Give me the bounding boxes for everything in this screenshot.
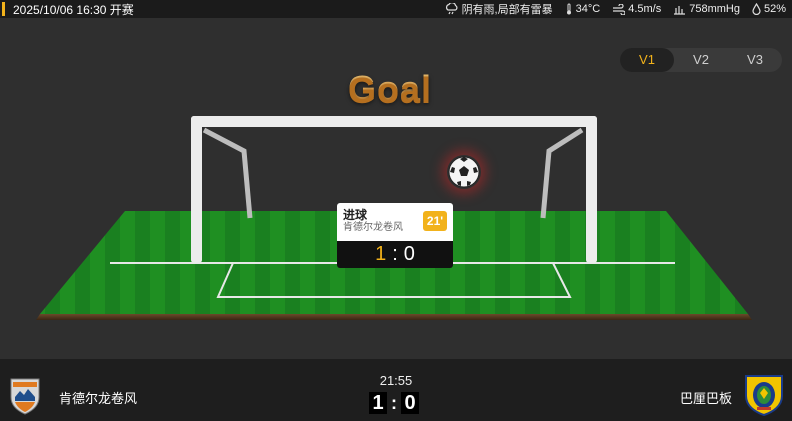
event-card-header: 进球 肯德尔龙卷风 21' — [337, 203, 453, 241]
top-bar: 2025/10/06 16:30 开赛 阴有雨,局部有雷暴 34°C 4.5m/… — [0, 0, 792, 18]
home-score: 1 — [369, 392, 387, 414]
humidity-text: 52% — [763, 3, 786, 15]
temperature-text: 34°C — [575, 3, 601, 15]
match-clock: 21:55 — [379, 373, 413, 388]
pressure-icon — [674, 5, 686, 15]
score-separator: : — [391, 392, 397, 413]
weather-condition: 阴有雨,局部有雷暴 — [445, 1, 553, 17]
pitch-soil — [36, 314, 752, 320]
cloud-rain-icon — [445, 3, 458, 15]
away-score: 0 — [401, 392, 419, 414]
goal-crossbar — [191, 116, 597, 127]
goal-back-right — [540, 127, 584, 219]
event-minute-badge: 21' — [423, 211, 447, 231]
weather-pressure: 758mmHg — [673, 3, 740, 15]
weather-info: 阴有雨,局部有雷暴 34°C 4.5m/s 758mmHg 52% — [445, 1, 786, 17]
wind-text: 4.5m/s — [628, 3, 662, 15]
accent-marker — [2, 2, 5, 16]
goal-right-post — [586, 116, 597, 263]
tab-v1[interactable]: V1 — [620, 48, 674, 72]
match-animation-stage: V1 V2 V3 Goal 进球 肯德尔龙卷风 21' 1 : 0 — [0, 18, 792, 359]
home-team-name: 肯德尔龙卷风 — [59, 391, 138, 406]
scoreboard-bar: 肯德尔龙卷风 21:55 1 : 0 巴厘巴板 — [0, 359, 792, 421]
weather-humidity: 52% — [752, 3, 786, 15]
goal-title: Goal — [348, 68, 433, 109]
pressure-text: 758mmHg — [689, 3, 740, 15]
goal-left-post — [191, 116, 202, 263]
event-score-away: 0 — [403, 243, 415, 265]
away-team-name: 巴厘巴板 — [679, 391, 732, 406]
soccer-ball-icon — [447, 155, 481, 189]
wind-icon — [613, 3, 626, 15]
away-team-logo — [745, 375, 783, 417]
weather-wind: 4.5m/s — [612, 3, 661, 15]
event-score: 1 : 0 — [337, 241, 453, 268]
event-score-separator: : — [392, 243, 398, 265]
tab-v3[interactable]: V3 — [728, 48, 782, 72]
version-tabs: V1 V2 V3 — [620, 48, 782, 72]
thermometer-icon — [566, 3, 571, 15]
tab-v2[interactable]: V2 — [674, 48, 728, 72]
event-score-home: 1 — [375, 243, 387, 265]
weather-condition-text: 阴有雨,局部有雷暴 — [461, 4, 553, 16]
humidity-icon — [752, 3, 761, 15]
match-score: 1 : 0 — [369, 392, 419, 414]
goal-event-card: 进球 肯德尔龙卷风 21' 1 : 0 — [337, 203, 453, 269]
kickoff-datetime: 2025/10/06 16:30 开赛 — [13, 2, 134, 17]
goal-back-left — [202, 127, 253, 219]
weather-temperature: 34°C — [565, 3, 601, 15]
